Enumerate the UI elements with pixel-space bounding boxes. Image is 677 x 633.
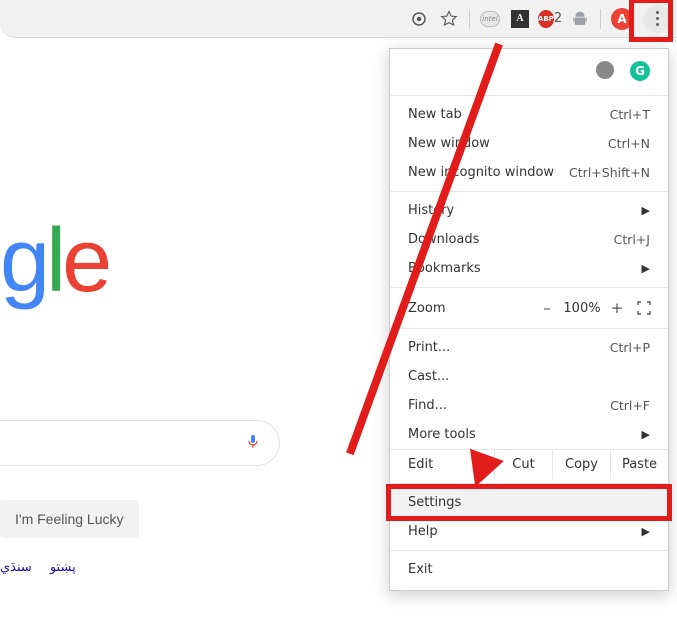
google-logo-fragment: gle <box>0 210 108 313</box>
menu-item-cast[interactable]: Cast... <box>390 362 668 391</box>
feeling-lucky-button[interactable]: I'm Feeling Lucky <box>0 500 139 538</box>
edit-cut-button[interactable]: Cut <box>494 450 552 479</box>
submenu-arrow-icon: ▶ <box>642 525 650 538</box>
browser-toolbar: intel A ABP 2 A <box>0 0 677 38</box>
zoom-out-button[interactable]: – <box>534 299 560 317</box>
menu-item-settings[interactable]: Settings <box>390 488 668 517</box>
menu-label: New tab <box>408 107 462 122</box>
menu-label: New window <box>408 136 490 151</box>
menu-label: Edit <box>390 450 494 479</box>
extension-android-icon[interactable] <box>570 9 590 29</box>
menu-shortcut: Ctrl+J <box>614 232 650 247</box>
voice-search-icon[interactable] <box>245 433 261 453</box>
menu-shortcut: Ctrl+P <box>610 340 650 355</box>
menu-item-new-tab[interactable]: New tab Ctrl+T <box>390 100 668 129</box>
menu-label: Exit <box>408 562 433 577</box>
bookmark-star-icon[interactable] <box>439 9 459 29</box>
menu-label: Cast... <box>408 369 449 384</box>
menu-shortcut: Ctrl+Shift+N <box>569 165 650 180</box>
menu-shortcut: Ctrl+F <box>610 398 650 413</box>
menu-item-exit[interactable]: Exit <box>390 555 668 584</box>
menu-item-incognito[interactable]: New incognito window Ctrl+Shift+N <box>390 158 668 187</box>
zoom-value: 100% <box>560 301 604 316</box>
language-link[interactable]: پښتو <box>50 560 76 575</box>
menu-item-zoom: Zoom – 100% + <box>390 292 668 324</box>
menu-item-help[interactable]: Help ▶ <box>390 517 668 546</box>
chrome-overflow-menu: G New tab Ctrl+T New window Ctrl+N New i… <box>389 48 669 591</box>
menu-label: Find... <box>408 398 447 413</box>
toolbar-separator <box>469 9 470 29</box>
annotation-highlight-box <box>629 0 673 42</box>
extension-intel-icon[interactable]: intel <box>480 9 500 29</box>
edit-copy-button[interactable]: Copy <box>552 450 610 479</box>
fullscreen-icon[interactable] <box>630 301 658 315</box>
extension-abp-icon[interactable]: ABP 2 <box>540 9 560 29</box>
menu-item-downloads[interactable]: Downloads Ctrl+J <box>390 225 668 254</box>
extension-globe-icon[interactable] <box>596 61 614 79</box>
menu-item-more-tools[interactable]: More tools ▶ <box>390 420 668 449</box>
submenu-arrow-icon: ▶ <box>642 428 650 441</box>
extension-grammarly-icon[interactable]: G <box>630 61 650 81</box>
menu-label: Downloads <box>408 232 479 247</box>
abp-badge-count: 2 <box>554 11 562 26</box>
menu-item-edit: Edit Cut Copy Paste <box>390 449 668 479</box>
page-info-icon[interactable] <box>409 9 429 29</box>
search-input[interactable] <box>0 420 280 466</box>
menu-label: New incognito window <box>408 165 554 180</box>
language-links: پښتو سنڌي <box>0 560 76 575</box>
language-link[interactable]: سنڌي <box>0 560 32 575</box>
submenu-arrow-icon: ▶ <box>642 204 650 217</box>
menu-label: Help <box>408 524 438 539</box>
zoom-in-button[interactable]: + <box>604 299 630 317</box>
menu-item-bookmarks[interactable]: Bookmarks ▶ <box>390 254 668 283</box>
menu-label: Bookmarks <box>408 261 481 276</box>
menu-item-print[interactable]: Print... Ctrl+P <box>390 333 668 362</box>
edit-paste-button[interactable]: Paste <box>610 450 668 479</box>
toolbar-separator <box>600 9 601 29</box>
menu-extension-row: G <box>390 55 668 91</box>
menu-shortcut: Ctrl+T <box>610 107 650 122</box>
menu-label: Print... <box>408 340 450 355</box>
menu-item-history[interactable]: History ▶ <box>390 196 668 225</box>
menu-label: History <box>408 203 454 218</box>
submenu-arrow-icon: ▶ <box>642 262 650 275</box>
menu-label: More tools <box>408 427 476 442</box>
extension-adobe-icon[interactable]: A <box>510 9 530 29</box>
menu-label: Settings <box>408 495 461 510</box>
menu-shortcut: Ctrl+N <box>608 136 650 151</box>
menu-label: Zoom <box>408 301 534 316</box>
menu-item-find[interactable]: Find... Ctrl+F <box>390 391 668 420</box>
menu-item-new-window[interactable]: New window Ctrl+N <box>390 129 668 158</box>
